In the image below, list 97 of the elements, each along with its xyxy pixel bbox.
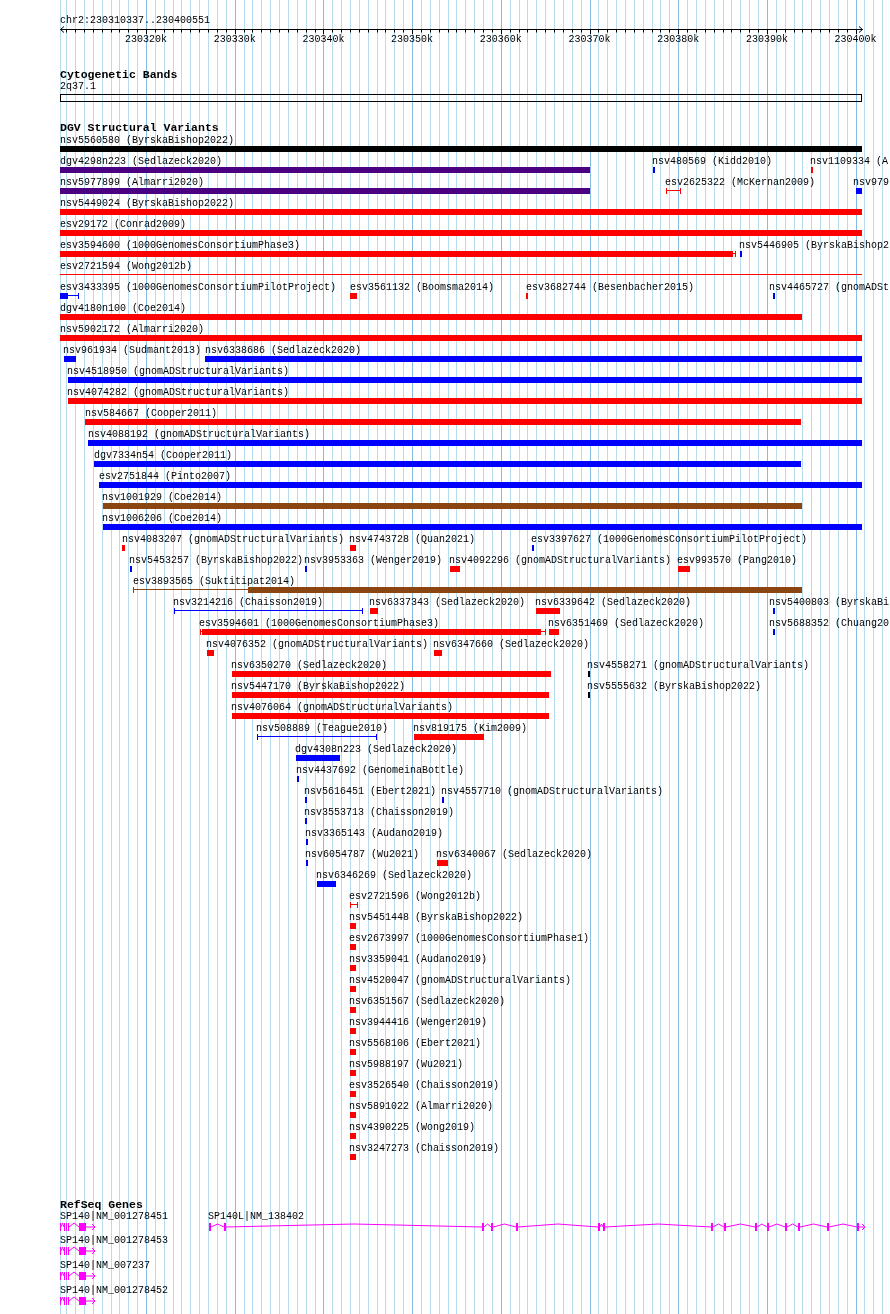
variant-label: nsv6347660 (Sedlazeck2020) bbox=[433, 639, 590, 650]
variant-label: nsv5560580 (ByrskaBishop2022) bbox=[60, 135, 235, 146]
variant-label: nsv6350270 (Sedlazeck2020) bbox=[231, 660, 388, 671]
variant-label: nsv5988197 (Wu2021) bbox=[349, 1059, 464, 1070]
gene-label: SP140|NM_001278452 bbox=[60, 1284, 169, 1296]
variant-label: nsv508889 (Teague2010) bbox=[256, 723, 389, 734]
ruler-tick-label: 230350k bbox=[391, 34, 434, 45]
variant-label: esv3682744 (Besenbacher2015) bbox=[526, 282, 695, 293]
variant-label: nsv5400803 (ByrskaBi bbox=[769, 597, 890, 608]
variant-label: nsv5688352 (Chuang20 bbox=[769, 618, 890, 629]
variant-label: nsv1006206 (Coe2014) bbox=[102, 513, 223, 524]
variant-label: nsv5891022 (Almarri2020) bbox=[349, 1101, 494, 1112]
variant-label: esv2625322 (McKernan2009) bbox=[665, 177, 816, 188]
variant-label: nsv979 bbox=[853, 177, 889, 188]
variant-label: nsv1001929 (Coe2014) bbox=[102, 492, 223, 503]
gene-label: SP140|NM_007237 bbox=[60, 1259, 150, 1271]
variant-label: nsv6340067 (Sedlazeck2020) bbox=[436, 849, 593, 860]
gene-structure-drawing bbox=[60, 1222, 96, 1231]
variant-label: nsv4518950 (gnomADStructuralVariants) bbox=[67, 366, 290, 377]
gene-structure-drawing bbox=[60, 1271, 96, 1280]
variant-label: nsv3553713 (Chaisson2019) bbox=[304, 807, 455, 818]
variant-label: nsv480569 (Kidd2010) bbox=[652, 156, 773, 167]
variant-label: nsv4083207 (gnomADStructuralVariants) bbox=[122, 534, 345, 545]
variant-label: nsv4465727 (gnomADSt bbox=[769, 282, 890, 293]
variant-label: nsv4074282 (gnomADStructuralVariants) bbox=[67, 387, 290, 398]
variant-label: nsv5977899 (Almarri2020) bbox=[60, 177, 205, 188]
gene-label: SP140|NM_001278451 bbox=[60, 1210, 169, 1222]
variant-label: nsv6351469 (Sedlazeck2020) bbox=[548, 618, 705, 629]
variant-label: nsv6337343 (Sedlazeck2020) bbox=[369, 597, 526, 608]
variant-label: nsv3944416 (Wenger2019) bbox=[349, 1017, 488, 1028]
variant-label: nsv961934 (Sudmant2013) bbox=[63, 345, 202, 356]
variant-label: nsv6338686 (Sedlazeck2020) bbox=[205, 345, 362, 356]
variant-label: nsv3247273 (Chaisson2019) bbox=[349, 1143, 500, 1154]
variant-label: nsv4390225 (Wong2019) bbox=[349, 1122, 476, 1133]
variant-label: nsv6339642 (Sedlazeck2020) bbox=[535, 597, 692, 608]
location-label: chr2:230310337..230400551 bbox=[60, 15, 211, 26]
variant-label: esv2721596 (Wong2012b) bbox=[349, 891, 482, 902]
variant-label: nsv5451448 (ByrskaBishop2022) bbox=[349, 912, 524, 923]
gene-structure-drawing bbox=[60, 1246, 96, 1256]
variant-label: nsv5447170 (ByrskaBishop2022) bbox=[231, 681, 406, 692]
variant-label: nsv4437692 (GenomeinaBottle) bbox=[296, 765, 465, 776]
ruler-tick-label: 230340k bbox=[302, 34, 345, 45]
track-title: Cytogenetic Bands bbox=[60, 67, 178, 81]
variant-label: nsv6346269 (Sedlazeck2020) bbox=[316, 870, 473, 881]
variant-label: nsv5449024 (ByrskaBishop2022) bbox=[60, 198, 235, 209]
variant-label: dgv4180n100 (Coe2014) bbox=[60, 303, 187, 314]
cytoband-label: 2q37.1 bbox=[60, 80, 96, 92]
ruler-tick-label: 230380k bbox=[657, 34, 700, 45]
ruler-tick-label: 230400k bbox=[834, 34, 877, 45]
variant-label: nsv5453257 (ByrskaBishop2022) bbox=[129, 555, 304, 566]
variant-label: dgv4308n223 (Sedlazeck2020) bbox=[295, 744, 458, 755]
variant-label: nsv5902172 (Almarri2020) bbox=[60, 324, 205, 335]
variant-label: esv3594600 (1000GenomesConsortiumPhase3) bbox=[60, 240, 301, 251]
track-title: DGV Structural Variants bbox=[60, 120, 219, 134]
variant-label: nsv3214216 (Chaisson2019) bbox=[173, 597, 324, 608]
variant-label: nsv5568106 (Ebert2021) bbox=[349, 1038, 482, 1049]
variant-label: esv2751844 (Pinto2007) bbox=[99, 471, 232, 482]
gene-label: SP140|NM_001278453 bbox=[60, 1235, 169, 1247]
variant-label: nsv4076064 (gnomADStructuralVariants) bbox=[231, 702, 454, 713]
variant-label: nsv4557710 (gnomADStructuralVariants) bbox=[441, 786, 664, 797]
variant-label: nsv4092296 (gnomADStructuralVariants) bbox=[449, 555, 672, 566]
variant-label: esv3561132 (Boomsma2014) bbox=[350, 282, 495, 293]
ruler-tick-label: 230330k bbox=[213, 34, 256, 45]
track-title: RefSeq Genes bbox=[60, 1197, 143, 1211]
variant-label: dgv7334n54 (Cooper2011) bbox=[94, 450, 233, 461]
variant-label: dgv4298n223 (Sedlazeck2020) bbox=[60, 156, 223, 167]
ruler-tick-label: 230370k bbox=[568, 34, 611, 45]
variant-label: nsv4076352 (gnomADStructuralVariants) bbox=[206, 639, 429, 650]
variant-label: nsv6351567 (Sedlazeck2020) bbox=[349, 996, 506, 1007]
variant-label: esv3526540 (Chaisson2019) bbox=[349, 1080, 500, 1091]
ruler-tick-label: 230320k bbox=[125, 34, 167, 45]
variant-label: esv3594601 (1000GenomesConsortiumPhase3) bbox=[199, 618, 440, 629]
variant-label: nsv6054787 (Wu2021) bbox=[305, 849, 420, 860]
variant-label: nsv3359041 (Audano2019) bbox=[349, 954, 488, 965]
variant-label: nsv4088192 (gnomADStructuralVariants) bbox=[88, 429, 311, 440]
variant-label: esv29172 (Conrad2009) bbox=[60, 219, 187, 230]
variant-label: nsv4743728 (Quan2021) bbox=[349, 534, 476, 545]
variant-label: esv2673997 (1000GenomesConsortiumPhase1) bbox=[349, 933, 590, 944]
variant-label: nsv4520047 (gnomADStructuralVariants) bbox=[349, 975, 572, 986]
variant-label: nsv819175 (Kim2009) bbox=[413, 723, 528, 734]
variant-label: nsv1109334 (A bbox=[810, 156, 888, 167]
variant-label: nsv5555632 (ByrskaBishop2022) bbox=[587, 681, 762, 692]
variant-label: nsv5446905 (ByrskaBishop2 bbox=[739, 240, 890, 251]
gene-structure-drawing bbox=[60, 1296, 96, 1305]
variant-label: esv2721594 (Wong2012b) bbox=[60, 261, 193, 272]
variant-label: esv3397627 (1000GenomesConsortiumPilotProject) bbox=[531, 534, 808, 545]
variant-label: nsv3365143 (Audano2019) bbox=[305, 828, 444, 839]
variant-label: esv3433395 (1000GenomesConsortiumPilotProject) bbox=[60, 282, 337, 293]
variant-label: nsv5616451 (Ebert2021) bbox=[304, 786, 437, 797]
ruler-tick-label: 230360k bbox=[479, 34, 522, 45]
variant-label: nsv3953363 (Wenger2019) bbox=[304, 555, 443, 566]
gene-label: SP140L|NM_138402 bbox=[208, 1210, 304, 1222]
variant-label: nsv4558271 (gnomADStructuralVariants) bbox=[587, 660, 810, 671]
variant-label: esv993570 (Pang2010) bbox=[677, 555, 798, 566]
variant-label: esv3893565 (Suktitipat2014) bbox=[133, 576, 296, 587]
ruler-tick-label: 230390k bbox=[745, 34, 788, 45]
variant-label: nsv584667 (Cooper2011) bbox=[85, 408, 218, 419]
